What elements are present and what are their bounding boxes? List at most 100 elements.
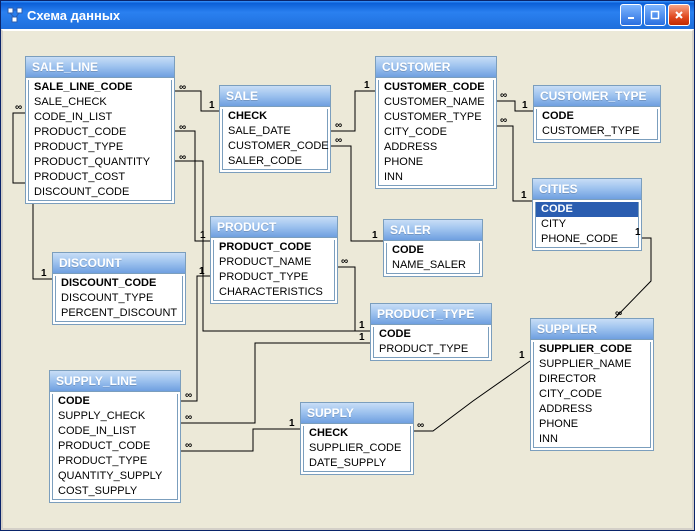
entity-header[interactable]: SUPPLY <box>301 403 413 424</box>
entity-field[interactable]: CHECK <box>304 426 410 441</box>
entity-field[interactable]: SALE_DATE <box>223 124 327 139</box>
entity-field[interactable]: CODE_IN_LIST <box>29 110 171 125</box>
entity-field[interactable]: PRODUCT_QUANTITY <box>29 155 171 170</box>
entity-field[interactable]: CITY_CODE <box>534 387 650 402</box>
cardinality-label: ∞ <box>341 257 348 267</box>
entity-header[interactable]: SUPPLY_LINE <box>50 371 180 392</box>
cardinality-label: 1 <box>521 191 527 201</box>
cardinality-label: ∞ <box>15 103 22 113</box>
entity-sale_line[interactable]: SALE_LINE SALE_LINE_CODESALE_CHECKCODE_IN… <box>25 56 175 204</box>
entity-header[interactable]: CITIES <box>533 179 641 200</box>
entity-field[interactable]: SUPPLIER_CODE <box>534 342 650 357</box>
entity-customer[interactable]: CUSTOMERCUSTOMER_CODECUSTOMER_NAMECUSTOM… <box>375 56 497 189</box>
minimize-button[interactable] <box>620 4 642 26</box>
entity-field[interactable]: CHARACTERISTICS <box>214 285 334 300</box>
cardinality-label: ∞ <box>179 83 186 93</box>
entity-field[interactable]: CODE <box>387 243 479 258</box>
entity-field[interactable]: PHONE_CODE <box>536 232 638 247</box>
entity-field[interactable]: DISCOUNT_CODE <box>29 185 171 200</box>
entity-field[interactable]: INN <box>379 170 493 185</box>
entity-field[interactable]: PRODUCT_TYPE <box>214 270 334 285</box>
entity-header[interactable]: DISCOUNT <box>53 253 185 274</box>
relationships-icon <box>7 7 23 23</box>
entity-header[interactable]: SUPPLIER <box>531 319 653 340</box>
cardinality-label: ∞ <box>335 121 342 131</box>
schema-canvas[interactable]: SALE_LINESALE_LINE_CODESALE_CHECKCODE_IN… <box>1 29 694 530</box>
entity-discount[interactable]: DISCOUNTDISCOUNT_CODEDISCOUNT_TYPEPERCEN… <box>52 252 186 325</box>
entity-field[interactable]: CODE <box>536 202 638 217</box>
entity-field[interactable]: NAME_SALER <box>387 258 479 273</box>
entity-field[interactable]: CITY <box>536 217 638 232</box>
entity-header[interactable]: SALE <box>220 86 330 107</box>
entity-field[interactable]: COST_SUPPLY <box>53 484 177 499</box>
entity-supplier[interactable]: SUPPLIER SUPPLIER_CODESUPPLIER_NAMEDIRECT… <box>530 318 654 451</box>
cardinality-label: 1 <box>359 321 365 331</box>
entity-field[interactable]: CODE_IN_LIST <box>53 424 177 439</box>
entity-header[interactable]: CUSTOMER <box>376 57 496 78</box>
entity-header[interactable]: SALE_LINE <box>26 57 174 78</box>
entity-field[interactable]: PHONE <box>379 155 493 170</box>
entity-field[interactable]: SALE_CHECK <box>29 95 171 110</box>
entity-field[interactable]: DATE_SUPPLY <box>304 456 410 471</box>
entity-field[interactable]: PRODUCT_CODE <box>53 439 177 454</box>
entity-header[interactable]: PRODUCT <box>211 217 337 238</box>
entity-field[interactable]: SALE_LINE_CODE <box>29 80 171 95</box>
entity-field[interactable]: CUSTOMER_TYPE <box>379 110 493 125</box>
entity-field[interactable]: PHONE <box>534 417 650 432</box>
cardinality-label: 1 <box>41 269 47 279</box>
maximize-button[interactable] <box>644 4 666 26</box>
entity-product[interactable]: PRODUCT PRODUCT_CODEPRODUCT_NAMEPRODUCT_T… <box>210 216 338 304</box>
entity-saler[interactable]: SALER CODENAME_SALER <box>383 219 483 277</box>
entity-field[interactable]: CODE <box>537 109 657 124</box>
entity-field[interactable]: CODE <box>53 394 177 409</box>
window-titlebar: Схема данных <box>1 1 694 29</box>
entity-field[interactable]: PRODUCT_NAME <box>214 255 334 270</box>
entity-field[interactable]: PRODUCT_TYPE <box>29 140 171 155</box>
entity-sale[interactable]: SALE CHECKSALE_DATECUSTOMER_CODESALER_COD… <box>219 85 331 173</box>
cardinality-label: ∞ <box>185 391 192 401</box>
entity-field[interactable]: SUPPLIER_NAME <box>534 357 650 372</box>
entity-field-list: DISCOUNT_CODEDISCOUNT_TYPEPERCENT_DISCOU… <box>55 276 183 322</box>
entity-supply[interactable]: SUPPLYCHECKSUPPLIER_CODEDATE_SUPPLY <box>300 402 414 475</box>
entity-field[interactable]: ADDRESS <box>379 140 493 155</box>
entity-field-list: CHECKSUPPLIER_CODEDATE_SUPPLY <box>303 426 411 472</box>
entity-field[interactable]: CUSTOMER_CODE <box>379 80 493 95</box>
close-button[interactable] <box>668 4 690 26</box>
entity-field[interactable]: ADDRESS <box>534 402 650 417</box>
entity-field[interactable]: DISCOUNT_CODE <box>56 276 182 291</box>
entity-field[interactable]: SUPPLIER_CODE <box>304 441 410 456</box>
entity-cities[interactable]: CITIESCODECITYPHONE_CODE <box>532 178 642 251</box>
entity-field[interactable]: CHECK <box>223 109 327 124</box>
cardinality-label: 1 <box>364 81 370 91</box>
entity-product_type[interactable]: PRODUCT_TYPECODEPRODUCT_TYPE <box>370 303 492 361</box>
entity-field[interactable]: CUSTOMER_CODE <box>223 139 327 154</box>
entity-field[interactable]: INN <box>534 432 650 447</box>
entity-field[interactable]: QUANTITY_SUPPLY <box>53 469 177 484</box>
entity-field[interactable]: PERCENT_DISCOUNT <box>56 306 182 321</box>
entity-field[interactable]: PRODUCT_TYPE <box>53 454 177 469</box>
cardinality-label: ∞ <box>417 421 424 431</box>
entity-header[interactable]: SALER <box>384 220 482 241</box>
entity-header[interactable]: PRODUCT_TYPE <box>371 304 491 325</box>
entity-field[interactable]: CUSTOMER_NAME <box>379 95 493 110</box>
entity-header[interactable]: CUSTOMER_TYPE <box>534 86 660 107</box>
cardinality-label: 1 <box>519 351 525 361</box>
entity-customer_type[interactable]: CUSTOMER_TYPECODECUSTOMER_TYPE <box>533 85 661 143</box>
entity-field[interactable]: SUPPLY_CHECK <box>53 409 177 424</box>
entity-field[interactable]: PRODUCT_TYPE <box>374 342 488 357</box>
cardinality-label: ∞ <box>185 441 192 451</box>
entity-field-list: CODECUSTOMER_TYPE <box>536 109 658 140</box>
entity-field[interactable]: CODE <box>374 327 488 342</box>
entity-field-list: CUSTOMER_CODECUSTOMER_NAMECUSTOMER_TYPEC… <box>378 80 494 186</box>
entity-supply_line[interactable]: SUPPLY_LINECODESUPPLY_CHECKCODE_IN_LISTP… <box>49 370 181 503</box>
entity-field[interactable]: CUSTOMER_TYPE <box>537 124 657 139</box>
entity-field[interactable]: SALER_CODE <box>223 154 327 169</box>
entity-field[interactable]: PRODUCT_COST <box>29 170 171 185</box>
entity-field[interactable]: CITY_CODE <box>379 125 493 140</box>
entity-field-list: CODECITYPHONE_CODE <box>535 202 639 248</box>
entity-field[interactable]: DIRECTOR <box>534 372 650 387</box>
entity-field[interactable]: DISCOUNT_TYPE <box>56 291 182 306</box>
entity-field[interactable]: PRODUCT_CODE <box>214 240 334 255</box>
window-title: Схема данных <box>27 8 120 23</box>
entity-field[interactable]: PRODUCT_CODE <box>29 125 171 140</box>
